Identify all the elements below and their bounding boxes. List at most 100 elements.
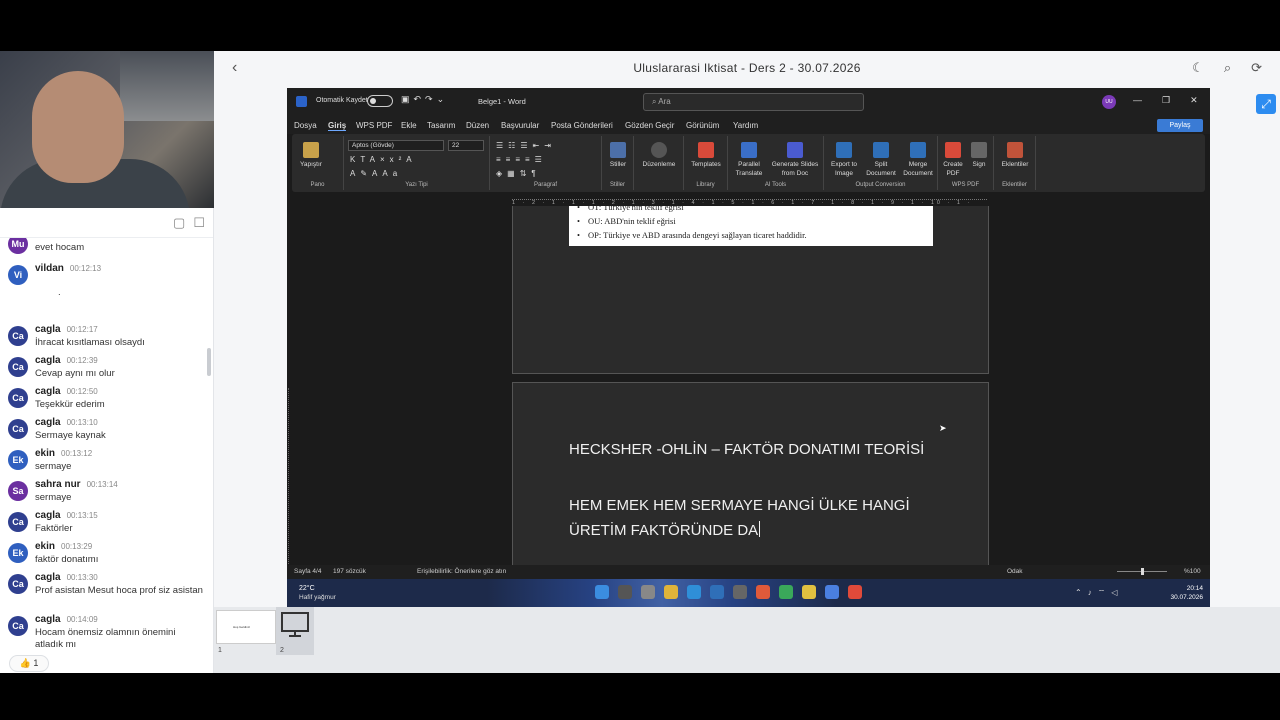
message-author: cagla 00:12:50 [35, 386, 98, 397]
accessibility-status[interactable]: Erişilebilirlik: Önerilere göz atın [417, 568, 506, 575]
chat-message: Sa sahra nur 00:13:14 sermaye [8, 479, 204, 509]
share-button[interactable]: Paylaş [1157, 119, 1203, 132]
menu-ekle[interactable]: Ekle [401, 121, 417, 130]
message-text: . [58, 287, 61, 298]
quick-access-toolbar[interactable]: ▣↶↷⌄ [401, 94, 448, 105]
fullscreen-button[interactable]: ⤢ [1256, 94, 1276, 114]
word-status-bar: Sayfa 4/4 197 sözcük Erişilebilirlik: Ön… [287, 565, 1210, 579]
menu-posta[interactable]: Posta Gönderileri [551, 121, 613, 130]
menu-dosya[interactable]: Dosya [294, 121, 317, 130]
font-style-buttons[interactable]: KTA×x²A [350, 155, 417, 164]
search-icon[interactable] [618, 585, 632, 599]
avatar: Mu [8, 238, 28, 254]
word-count: 197 sözcük [333, 568, 366, 575]
ribbon-group-addins: Eklentiler Eklentiler [994, 136, 1036, 190]
start-icon[interactable] [595, 585, 609, 599]
word-logo-icon [296, 96, 307, 107]
mouse-pointer-icon: ➤ [939, 423, 947, 433]
zoom-level[interactable]: %100 [1184, 568, 1201, 575]
document-page[interactable]: HECKSHER -OHLİN – FAKTÖR DONATIMI TEORİS… [512, 382, 989, 582]
generate-slides-button[interactable]: Generate Slides from Doc [768, 142, 822, 178]
refresh-icon[interactable]: ⟳ [1251, 60, 1262, 76]
shading-buttons[interactable]: ◈▦⇅¶ [496, 169, 541, 178]
header-actions: ☾ ⌕ ⟳ [1192, 60, 1262, 76]
word-user-avatar[interactable]: UU [1102, 95, 1116, 109]
close-icon[interactable]: ✕ [1190, 95, 1198, 106]
message-author: cagla 00:12:17 [35, 324, 98, 335]
align-buttons[interactable]: ≡≡≡≡☰ [496, 155, 547, 164]
styles-button[interactable]: Stiller [606, 142, 630, 169]
shared-screen: Otomatik Kaydet ▣↶↷⌄ Belge1 - Word ⌕ Ara… [287, 88, 1210, 607]
message-text: evet hocam [35, 242, 85, 253]
sign-button[interactable]: Sign [968, 142, 990, 169]
menu-yardim[interactable]: Yardım [733, 121, 758, 130]
presenter-video[interactable] [0, 51, 214, 208]
restore-icon[interactable]: ❐ [1162, 95, 1170, 106]
slide-thumbnail-1[interactable]: Hoş Geldiniz [216, 610, 276, 644]
chrome-icon[interactable] [802, 585, 816, 599]
app-icon[interactable] [756, 585, 770, 599]
edge-icon[interactable] [687, 585, 701, 599]
avatar: Ek [8, 543, 28, 563]
app-icon[interactable] [710, 585, 724, 599]
vertical-ruler [288, 388, 296, 568]
app-icon[interactable] [848, 585, 862, 599]
app-icon[interactable] [825, 585, 839, 599]
list-buttons[interactable]: ☰☷☰⇤⇥ [496, 141, 556, 150]
menu-gorunum[interactable]: Görünüm [686, 121, 719, 130]
weather-widget[interactable]: 22°C Hafif yağmur [299, 584, 336, 602]
split-document-button[interactable]: Split Document [864, 142, 898, 178]
app-icon[interactable] [733, 585, 747, 599]
document-page[interactable]: OT: Türkiye'nin teklif eğrisi OU: ABD'ni… [512, 202, 989, 374]
menu-giris[interactable]: Giriş [328, 121, 347, 131]
background-picture [120, 51, 214, 121]
ribbon-group-pano: Yapıştır Pano [292, 136, 344, 190]
font-size-select[interactable]: 22 [448, 140, 484, 151]
chat-scrollbar[interactable] [207, 348, 211, 376]
message-text: Faktörler [35, 523, 73, 534]
message-author: sahra nur 00:13:14 [35, 479, 118, 490]
widgets-icon[interactable] [641, 585, 655, 599]
system-tray[interactable]: ⌃♪⌔◁ [1075, 588, 1123, 598]
copy-icon[interactable]: ▢ [173, 215, 185, 231]
create-pdf-button[interactable]: Create PDF [940, 142, 966, 178]
font-color-buttons[interactable]: A✎AAa [350, 169, 402, 178]
menu-wps-pdf[interactable]: WPS PDF [356, 121, 392, 130]
search-icon[interactable]: ⌕ [1224, 60, 1231, 76]
folder-icon[interactable] [664, 585, 678, 599]
avatar: Ca [8, 616, 28, 636]
moon-icon[interactable]: ☾ [1192, 60, 1204, 76]
paste-button[interactable]: Yapıştır [298, 142, 324, 169]
word-ribbon: Yapıştır Pano Aptos (Gövde) 22 KTA×x²A A… [292, 134, 1205, 192]
word-menu-bar: Dosya Giriş WPS PDF Ekle Tasarım Düzen B… [287, 116, 1210, 134]
avatar: Ca [8, 574, 28, 594]
app-icon[interactable] [779, 585, 793, 599]
parallel-translate-button[interactable]: Parallel Translate [732, 142, 766, 178]
focus-mode[interactable]: Odak [1007, 568, 1023, 575]
word-search-input[interactable]: ⌕ Ara [643, 93, 864, 111]
merge-document-button[interactable]: Merge Document [900, 142, 936, 178]
message-text: sermaye [35, 492, 72, 503]
autosave-toggle[interactable] [367, 95, 393, 107]
minimize-icon[interactable]: — [1133, 95, 1142, 106]
menu-duzen[interactable]: Düzen [466, 121, 489, 130]
monitor-icon [281, 612, 309, 637]
templates-button[interactable]: Templates [687, 142, 725, 169]
editing-button[interactable]: Düzenleme [638, 142, 680, 169]
ribbon-group-styles: Stiller Stiller [602, 136, 634, 190]
menu-basvurular[interactable]: Başvurular [501, 121, 539, 130]
clock[interactable]: 20:14 30.07.2026 [1157, 584, 1203, 602]
menu-tasarim[interactable]: Tasarım [427, 121, 455, 130]
chat-toolbar: ▢ ☐ [0, 208, 213, 238]
addins-button[interactable]: Eklentiler [996, 142, 1034, 169]
message-text: Sermaye kaynak [35, 430, 106, 441]
chat-bubble-icon[interactable]: ☐ [193, 215, 205, 231]
export-image-button[interactable]: Export to Image [826, 142, 862, 178]
message-author: cagla 00:13:30 [35, 572, 98, 583]
chat-message: Ca cagla 00:13:15 Faktörler [8, 510, 204, 540]
font-name-select[interactable]: Aptos (Gövde) [348, 140, 444, 151]
message-text: Hocam önemsiz olamnın önemini atladık mı [35, 627, 176, 650]
zoom-slider[interactable] [1117, 568, 1167, 575]
menu-gozden-gecir[interactable]: Gözden Geçir [625, 121, 674, 130]
thumbs-up-reaction[interactable]: 👍 1 [9, 655, 49, 672]
